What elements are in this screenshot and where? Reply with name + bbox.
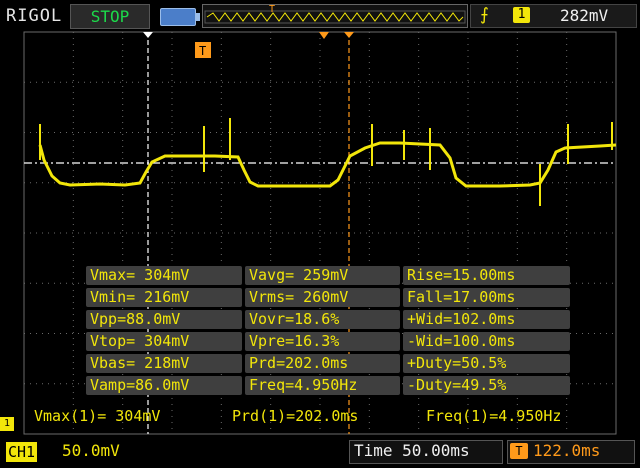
summary-period: Prd(1)=202.0ms — [232, 407, 359, 425]
svg-text:T: T — [199, 44, 206, 58]
measurement-value: Vtop= 304mV — [90, 332, 190, 350]
measurement-value: Fall=17.00ms — [407, 288, 516, 306]
measurement-value: +Duty=50.5% — [407, 354, 507, 372]
measurement-value: Vpp=88.0mV — [90, 310, 181, 328]
summary-vmax: Vmax(1)= 304mV — [34, 407, 161, 425]
measurement-value: Rise=15.00ms — [407, 266, 516, 284]
measurement-value: Prd=202.0ms — [249, 354, 349, 372]
channel-1-scale[interactable]: 50.0mV — [62, 441, 120, 460]
measurement-value: +Wid=102.0ms — [407, 310, 516, 328]
measurement-value: Vmin= 216mV — [90, 288, 190, 306]
trigger-offset-icon: T — [510, 443, 528, 459]
measurement-value: Vbas= 218mV — [90, 354, 190, 372]
measurement-value: -Duty=49.5% — [407, 376, 507, 394]
channel-1-label[interactable]: CH1 — [6, 442, 38, 462]
measurement-value: Vamp=86.0mV — [90, 376, 190, 394]
summary-frequency: Freq(1)=4.950Hz — [426, 407, 562, 425]
trigger-offset-value: 122.0ms — [533, 441, 601, 460]
measurement-value: Vmax= 304mV — [90, 266, 190, 284]
measurement-value: Vrms= 260mV — [249, 288, 349, 306]
measurement-value: Vpre=16.3% — [249, 332, 340, 350]
timebase-value: Time 50.00ms — [354, 441, 470, 460]
measurement-value: Vavg= 259mV — [249, 266, 349, 284]
measurement-value: -Wid=100.0ms — [407, 332, 516, 350]
channel-1-offset-marker[interactable]: 1 — [0, 417, 14, 431]
measurement-value: Vovr=18.6% — [249, 310, 340, 328]
measurement-value: Freq=4.950Hz — [249, 376, 358, 394]
